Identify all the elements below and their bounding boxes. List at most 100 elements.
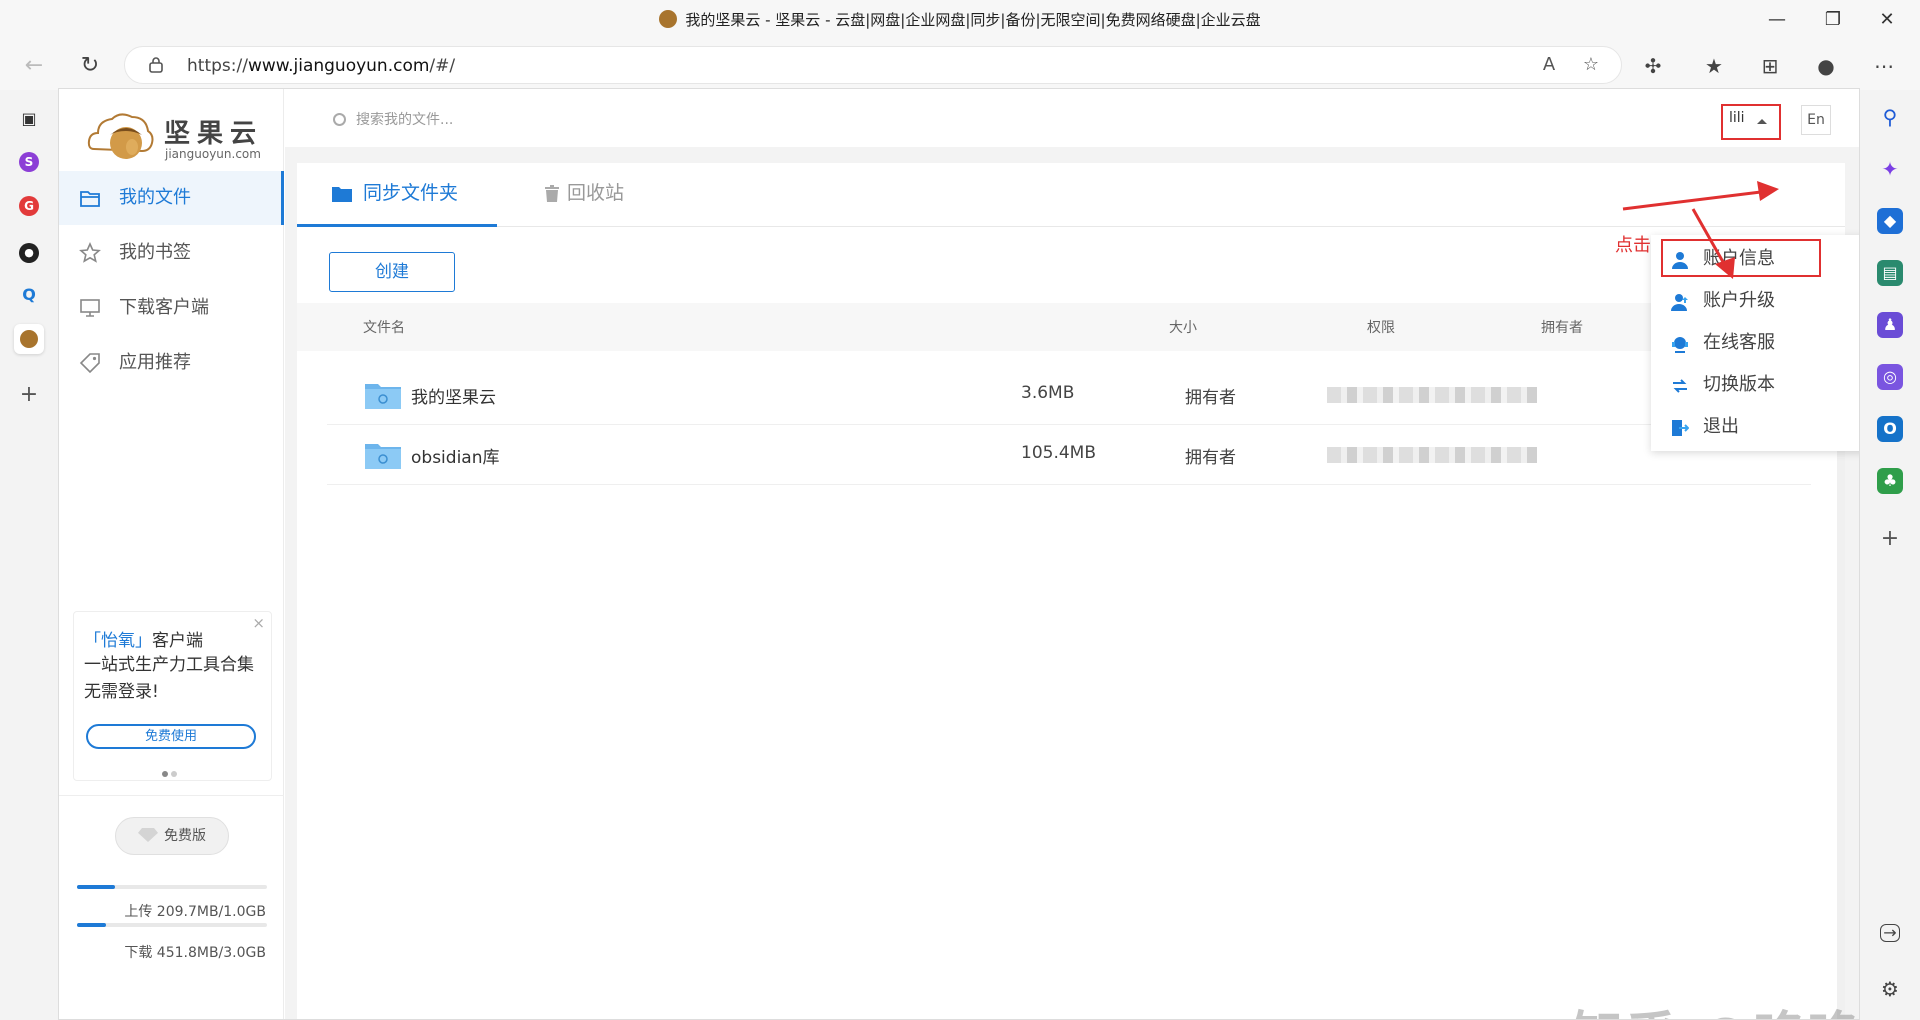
logo-cn-text: 坚果云 <box>164 119 264 149</box>
folder-icon <box>332 187 352 202</box>
profile-icon[interactable]: ● <box>1810 50 1842 82</box>
jianguoyun-logo[interactable]: 坚果云 jianguoyun.com <box>86 107 276 167</box>
jianguoyun-tab-icon[interactable] <box>14 324 44 354</box>
search-placeholder: 搜索我的文件... <box>356 112 454 128</box>
file-name[interactable]: 我的坚果云 <box>411 383 496 408</box>
browser-sidebar: ⚲ ✦ ◆ ▤ ♟ ◎ O ♣ + → ⚙ <box>1860 90 1920 1020</box>
sidebar-item-label: 我的文件 <box>119 187 191 208</box>
upload-quota-fill <box>77 885 115 889</box>
read-aloud-icon[interactable]: A <box>1535 54 1563 78</box>
shopping-icon[interactable]: ◆ <box>1877 208 1903 234</box>
divider <box>59 795 284 796</box>
plan-badge[interactable]: 免费版 <box>115 817 229 855</box>
outlook-icon[interactable]: O <box>1877 416 1903 442</box>
promo-title: 「怡氧」客户端 <box>84 626 203 651</box>
owner-redacted <box>1327 387 1537 403</box>
sidebar-item-my-files[interactable]: 我的文件 <box>59 171 284 225</box>
column-header-size[interactable]: 大小 <box>1169 317 1197 337</box>
sidebar-item-app-recommend[interactable]: 应用推荐 <box>59 336 284 390</box>
sidebar-item-bookmarks[interactable]: 我的书签 <box>59 226 284 280</box>
g-app-icon[interactable]: G <box>14 190 44 220</box>
sidebar-item-download-client[interactable]: 下载客户端 <box>59 281 284 335</box>
games-icon[interactable]: ♟ <box>1877 312 1903 338</box>
file-size: 105.4MB <box>1021 443 1096 463</box>
refresh-icon[interactable]: ↻ <box>74 50 106 82</box>
new-tab-icon[interactable]: + <box>14 380 44 410</box>
trash-icon <box>545 185 559 202</box>
tab-recycle-bin[interactable]: 回收站 <box>511 163 661 227</box>
sidebar-collapse-icon[interactable]: → <box>1880 924 1900 942</box>
extensions-icon[interactable]: ✣ <box>1637 50 1669 82</box>
minimize-icon[interactable]: — <box>1754 6 1800 34</box>
address-bar[interactable]: https://www.jianguoyun.com/#/ A ☆ <box>124 46 1622 84</box>
menu-item-online-support[interactable]: 在线客服 <box>1651 323 1859 363</box>
office-icon[interactable]: ◎ <box>1877 364 1903 390</box>
promo-free-use-button[interactable]: 免费使用 <box>86 724 256 749</box>
s-app-icon[interactable]: S <box>14 146 44 176</box>
upload-quota-text: 上传 209.7MB/1.0GB <box>124 904 266 920</box>
scrollbar[interactable] <box>1837 351 1845 1019</box>
menu-item-logout[interactable]: 退出 <box>1651 407 1859 447</box>
logo-en-text: jianguoyun.com <box>165 147 261 161</box>
reader-icon[interactable]: ▣ <box>14 104 44 134</box>
carousel-dot[interactable] <box>171 771 177 777</box>
download-quota-text: 下载 451.8MB/3.0GB <box>124 945 266 961</box>
more-menu-icon[interactable]: ⋯ <box>1868 50 1900 82</box>
search-app-icon[interactable]: Q <box>14 280 44 310</box>
annotation-arrow-to-user <box>1622 189 1770 211</box>
favorites-icon[interactable]: ★ <box>1698 50 1730 82</box>
url-prefix: https:// <box>187 56 248 76</box>
menu-item-label: 切换版本 <box>1703 374 1775 395</box>
promo-title-rest: 客户端 <box>152 631 203 651</box>
file-name[interactable]: obsidian库 <box>411 443 499 468</box>
zhihu-watermark: 知乎 @咯咯咯 <box>1571 994 1859 1019</box>
search-icon[interactable]: ⚲ <box>1877 104 1903 130</box>
url-text[interactable]: https://www.jianguoyun.com/#/ <box>187 56 455 76</box>
tree-icon[interactable]: ♣ <box>1877 468 1903 494</box>
close-window-icon[interactable]: ✕ <box>1864 6 1910 34</box>
table-row[interactable]: obsidian库 105.4MB 拥有者 <box>327 425 1811 485</box>
promo-highlight: 「怡氧」 <box>84 631 152 651</box>
diamond-icon <box>138 828 158 842</box>
switch-arrows-icon <box>1673 379 1687 393</box>
carousel-dot[interactable] <box>162 771 168 777</box>
add-favorite-icon[interactable]: ☆ <box>1577 54 1605 78</box>
tag-icon <box>79 353 100 374</box>
tab-label: 同步文件夹 <box>363 182 459 204</box>
add-icon[interactable]: + <box>1877 526 1903 552</box>
logout-icon <box>1672 420 1689 436</box>
file-size: 3.6MB <box>1021 383 1075 403</box>
promo-description: 一站式生产力工具合集 无需登录! <box>84 655 254 702</box>
menu-item-switch-version[interactable]: 切换版本 <box>1651 365 1859 405</box>
page-viewport: 坚果云 jianguoyun.com 我的文件 我的书签 下载客户端 应用推荐 … <box>58 88 1860 1020</box>
table-row[interactable]: 我的坚果云 3.6MB 拥有者 <box>327 365 1811 425</box>
vertical-tab-strip: ▣ S G ● Q + <box>0 90 58 1020</box>
search-input[interactable]: 搜索我的文件... <box>333 109 453 129</box>
star-icon <box>79 242 101 263</box>
url-domain: www.jianguoyun.com <box>247 56 430 76</box>
column-header-owner: 拥有者 <box>1541 320 1583 336</box>
sidebar-item-label: 应用推荐 <box>119 352 191 373</box>
headset-icon <box>1672 337 1688 353</box>
column-header-name[interactable]: 文件名 <box>363 317 405 337</box>
collections-icon[interactable]: ⊞ <box>1754 50 1786 82</box>
copilot-icon[interactable]: ✦ <box>1877 156 1903 182</box>
tools-icon[interactable]: ▤ <box>1877 260 1903 286</box>
sidebar-item-label: 我的书签 <box>119 242 191 263</box>
create-button[interactable]: 创建 <box>329 252 455 292</box>
browser-toolbar: ← ↻ https://www.jianguoyun.com/#/ A ☆ ✣ … <box>0 40 1920 90</box>
annotation-arrowhead-user <box>1757 181 1779 201</box>
settings-gear-icon[interactable]: ⚙ <box>1877 976 1903 1002</box>
promo-carousel-dots[interactable] <box>162 762 180 781</box>
promo-close-icon[interactable]: × <box>252 614 265 632</box>
restore-icon[interactable]: ❐ <box>1810 6 1856 34</box>
tab-sync-folder[interactable]: 同步文件夹 <box>297 163 497 227</box>
github-icon[interactable]: ● <box>14 236 44 266</box>
app-sidebar: 坚果云 jianguoyun.com 我的文件 我的书签 下载客户端 应用推荐 … <box>59 89 284 1019</box>
language-switch-button[interactable]: En <box>1801 105 1831 135</box>
download-quota-fill <box>77 923 106 927</box>
menu-item-label: 在线客服 <box>1703 332 1775 353</box>
back-icon[interactable]: ← <box>18 50 50 82</box>
main-content: 同步文件夹 回收站 创建 文件名 大小 权限 拥有者 我的坚果云 3.6MB 拥… <box>297 163 1845 1019</box>
sidebar-item-label: 下载客户端 <box>119 297 209 318</box>
